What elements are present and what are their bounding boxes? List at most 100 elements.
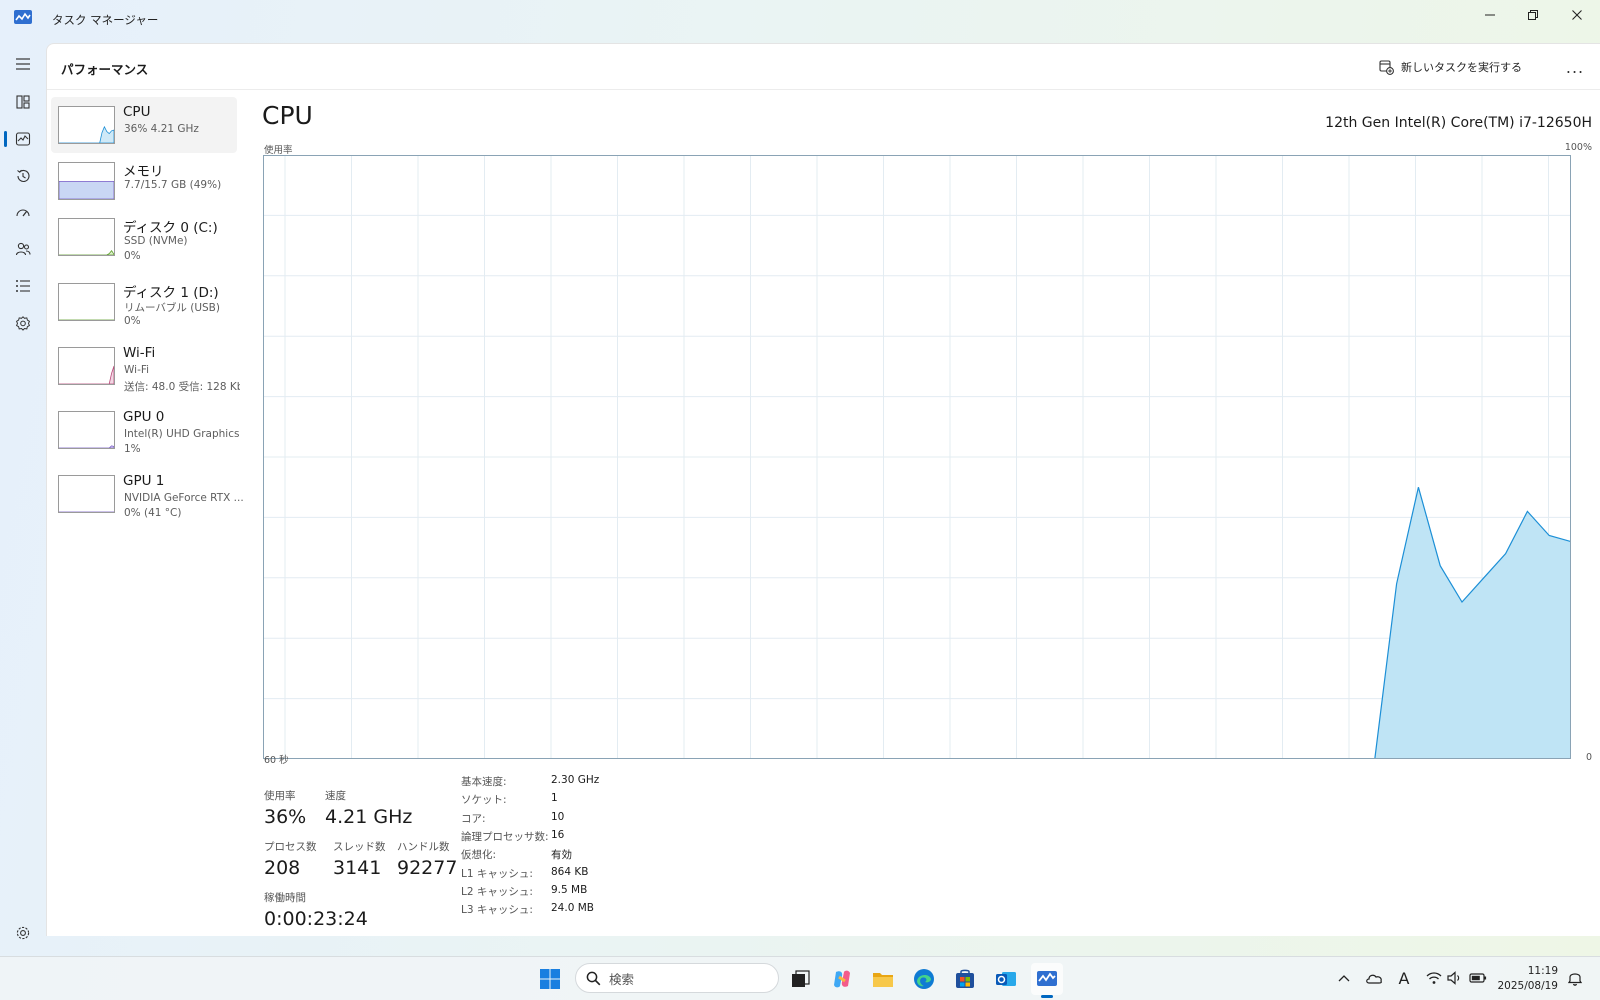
startup-icon	[16, 209, 30, 217]
task-view-icon	[792, 970, 810, 987]
app-history-icon	[17, 169, 30, 182]
copilot-button[interactable]	[826, 963, 858, 995]
cpu-model-name: 12th Gen Intel(R) Core(TM) i7-12650H	[1325, 115, 1592, 131]
wifi-icon	[1426, 972, 1442, 984]
resource-thumbnail-graph	[58, 475, 115, 513]
resource-detail-line1: リムーバブル (USB)	[124, 302, 220, 314]
handles-label: ハンドル数	[397, 841, 450, 853]
cpu-usage-graph	[263, 155, 1571, 759]
resource-thumbnail-graph	[58, 283, 115, 321]
resource-thumbnail-graph	[58, 411, 115, 449]
taskbar-search[interactable]: 検索	[575, 963, 779, 993]
resource-detail-line2: 送信: 48.0 受信: 128 Kb	[124, 381, 240, 393]
resource-detail-line1: Wi-Fi	[124, 364, 150, 376]
spec-value: 1	[551, 792, 558, 805]
nav-hamburger-button[interactable]	[10, 51, 36, 77]
battery-tray-button[interactable]	[1467, 967, 1489, 989]
onedrive-icon	[1366, 974, 1382, 984]
ime-icon: A	[1398, 968, 1410, 988]
spec-value: 10	[551, 810, 565, 823]
spec-value: 9.5 MB	[551, 883, 588, 896]
nav-users[interactable]	[10, 236, 36, 262]
task-manager-taskbar-button[interactable]	[1031, 963, 1063, 998]
edge-button[interactable]	[908, 963, 940, 995]
spec-value: 24.0 MB	[551, 902, 594, 915]
resource-name: ディスク 0 (C:)	[123, 220, 218, 236]
graph-time-end-label: 0	[1585, 752, 1592, 763]
edge-icon	[914, 969, 934, 989]
ime-indicator[interactable]: A	[1393, 967, 1415, 989]
resource-thumbnail-graph	[58, 106, 115, 144]
volume-tray-button[interactable]	[1444, 967, 1466, 989]
resource-sparkline	[59, 125, 114, 143]
active-app-indicator	[1041, 995, 1053, 998]
resource-sparkline	[59, 250, 114, 255]
volume-icon	[1447, 971, 1460, 985]
resource-thumbnail-graph	[58, 347, 115, 385]
run-new-task-button[interactable]: 新しいタスクを実行する	[1373, 54, 1528, 80]
task-view-button[interactable]	[785, 963, 817, 995]
resource-item-1-d[interactable]: ディスク 1 (D:) リムーバブル (USB) 0%	[51, 274, 237, 330]
performance-icon	[15, 132, 31, 146]
network-tray-button[interactable]	[1423, 967, 1445, 989]
usage-value: 36%	[264, 806, 307, 828]
hamburger-icon	[16, 58, 30, 70]
notification-center-button[interactable]	[1564, 967, 1586, 989]
nav-services[interactable]	[10, 310, 36, 336]
resource-name: GPU 0	[123, 409, 165, 425]
onedrive-tray-button[interactable]	[1363, 967, 1385, 989]
resource-item-0-c[interactable]: ディスク 0 (C:) SSD (NVMe) 0%	[51, 209, 237, 265]
resource-item-cpu[interactable]: CPU 36% 4.21 GHz	[51, 97, 237, 153]
resource-name: メモリ	[123, 164, 164, 180]
nav-details[interactable]	[10, 273, 36, 299]
start-button[interactable]	[534, 963, 566, 995]
nav-startup-apps[interactable]	[10, 200, 36, 226]
resource-name: CPU	[123, 104, 151, 120]
minimize-icon	[1485, 14, 1495, 16]
threads-label: スレッド数	[333, 841, 386, 853]
details-icon	[16, 280, 30, 292]
notification-bell-icon	[1568, 973, 1582, 986]
resource-item-1[interactable]: メモリ 7.7/15.7 GB (49%)	[51, 153, 237, 209]
resource-item-gpu-1[interactable]: GPU 1 NVIDIA GeForce RTX ... 0% (41 °C)	[51, 466, 244, 522]
window-title: タスク マネージャー	[52, 13, 159, 27]
task-manager-icon	[1037, 971, 1057, 986]
file-explorer-button[interactable]	[867, 963, 899, 995]
outlook-button[interactable]	[990, 963, 1022, 995]
search-icon	[586, 971, 601, 985]
processes-label: プロセス数	[264, 841, 317, 853]
more-options-button[interactable]: ...	[1560, 54, 1590, 80]
spec-label: L1 キャッシュ:	[461, 867, 533, 880]
taskbar-clock[interactable]: 11:19 2025/08/19	[1497, 964, 1558, 994]
processes-value: 208	[264, 857, 301, 879]
nav-app-history[interactable]	[10, 163, 36, 189]
start-icon	[540, 969, 560, 989]
store-button[interactable]	[949, 963, 981, 995]
resource-item-gpu-0[interactable]: GPU 0 Intel(R) UHD Graphics 1%	[51, 402, 239, 458]
nav-performance[interactable]	[10, 126, 36, 152]
page-title: パフォーマンス	[61, 62, 149, 77]
nav-settings[interactable]	[10, 920, 36, 946]
copilot-icon	[834, 970, 850, 988]
spec-label: 仮想化:	[461, 849, 497, 862]
run-task-label: 新しいタスクを実行する	[1401, 61, 1522, 74]
settings-icon	[16, 926, 30, 940]
spec-label: ソケット:	[461, 794, 507, 807]
nav-processes[interactable]	[10, 89, 36, 115]
resource-name: Wi-Fi	[123, 345, 156, 361]
spec-label: コア:	[461, 812, 486, 825]
task-manager-app-icon	[14, 10, 32, 24]
close-button[interactable]	[1555, 2, 1599, 28]
resource-sparkline	[59, 445, 114, 448]
resource-detail-line2: 0%	[124, 250, 141, 262]
resource-detail-line1: 7.7/15.7 GB (49%)	[124, 179, 222, 191]
clock-date: 2025/08/19	[1497, 980, 1558, 992]
usage-label: 使用率	[264, 790, 296, 802]
uptime-label: 稼働時間	[264, 892, 306, 904]
resource-item-wi-fi[interactable]: Wi-Fi Wi-Fi 送信: 48.0 受信: 128 Kb	[51, 338, 240, 394]
show-hidden-icons-button[interactable]	[1333, 967, 1355, 989]
spec-label: 基本速度:	[461, 776, 507, 788]
speed-label: 速度	[325, 790, 346, 802]
restore-button[interactable]	[1511, 2, 1555, 28]
minimize-button[interactable]	[1468, 2, 1512, 28]
